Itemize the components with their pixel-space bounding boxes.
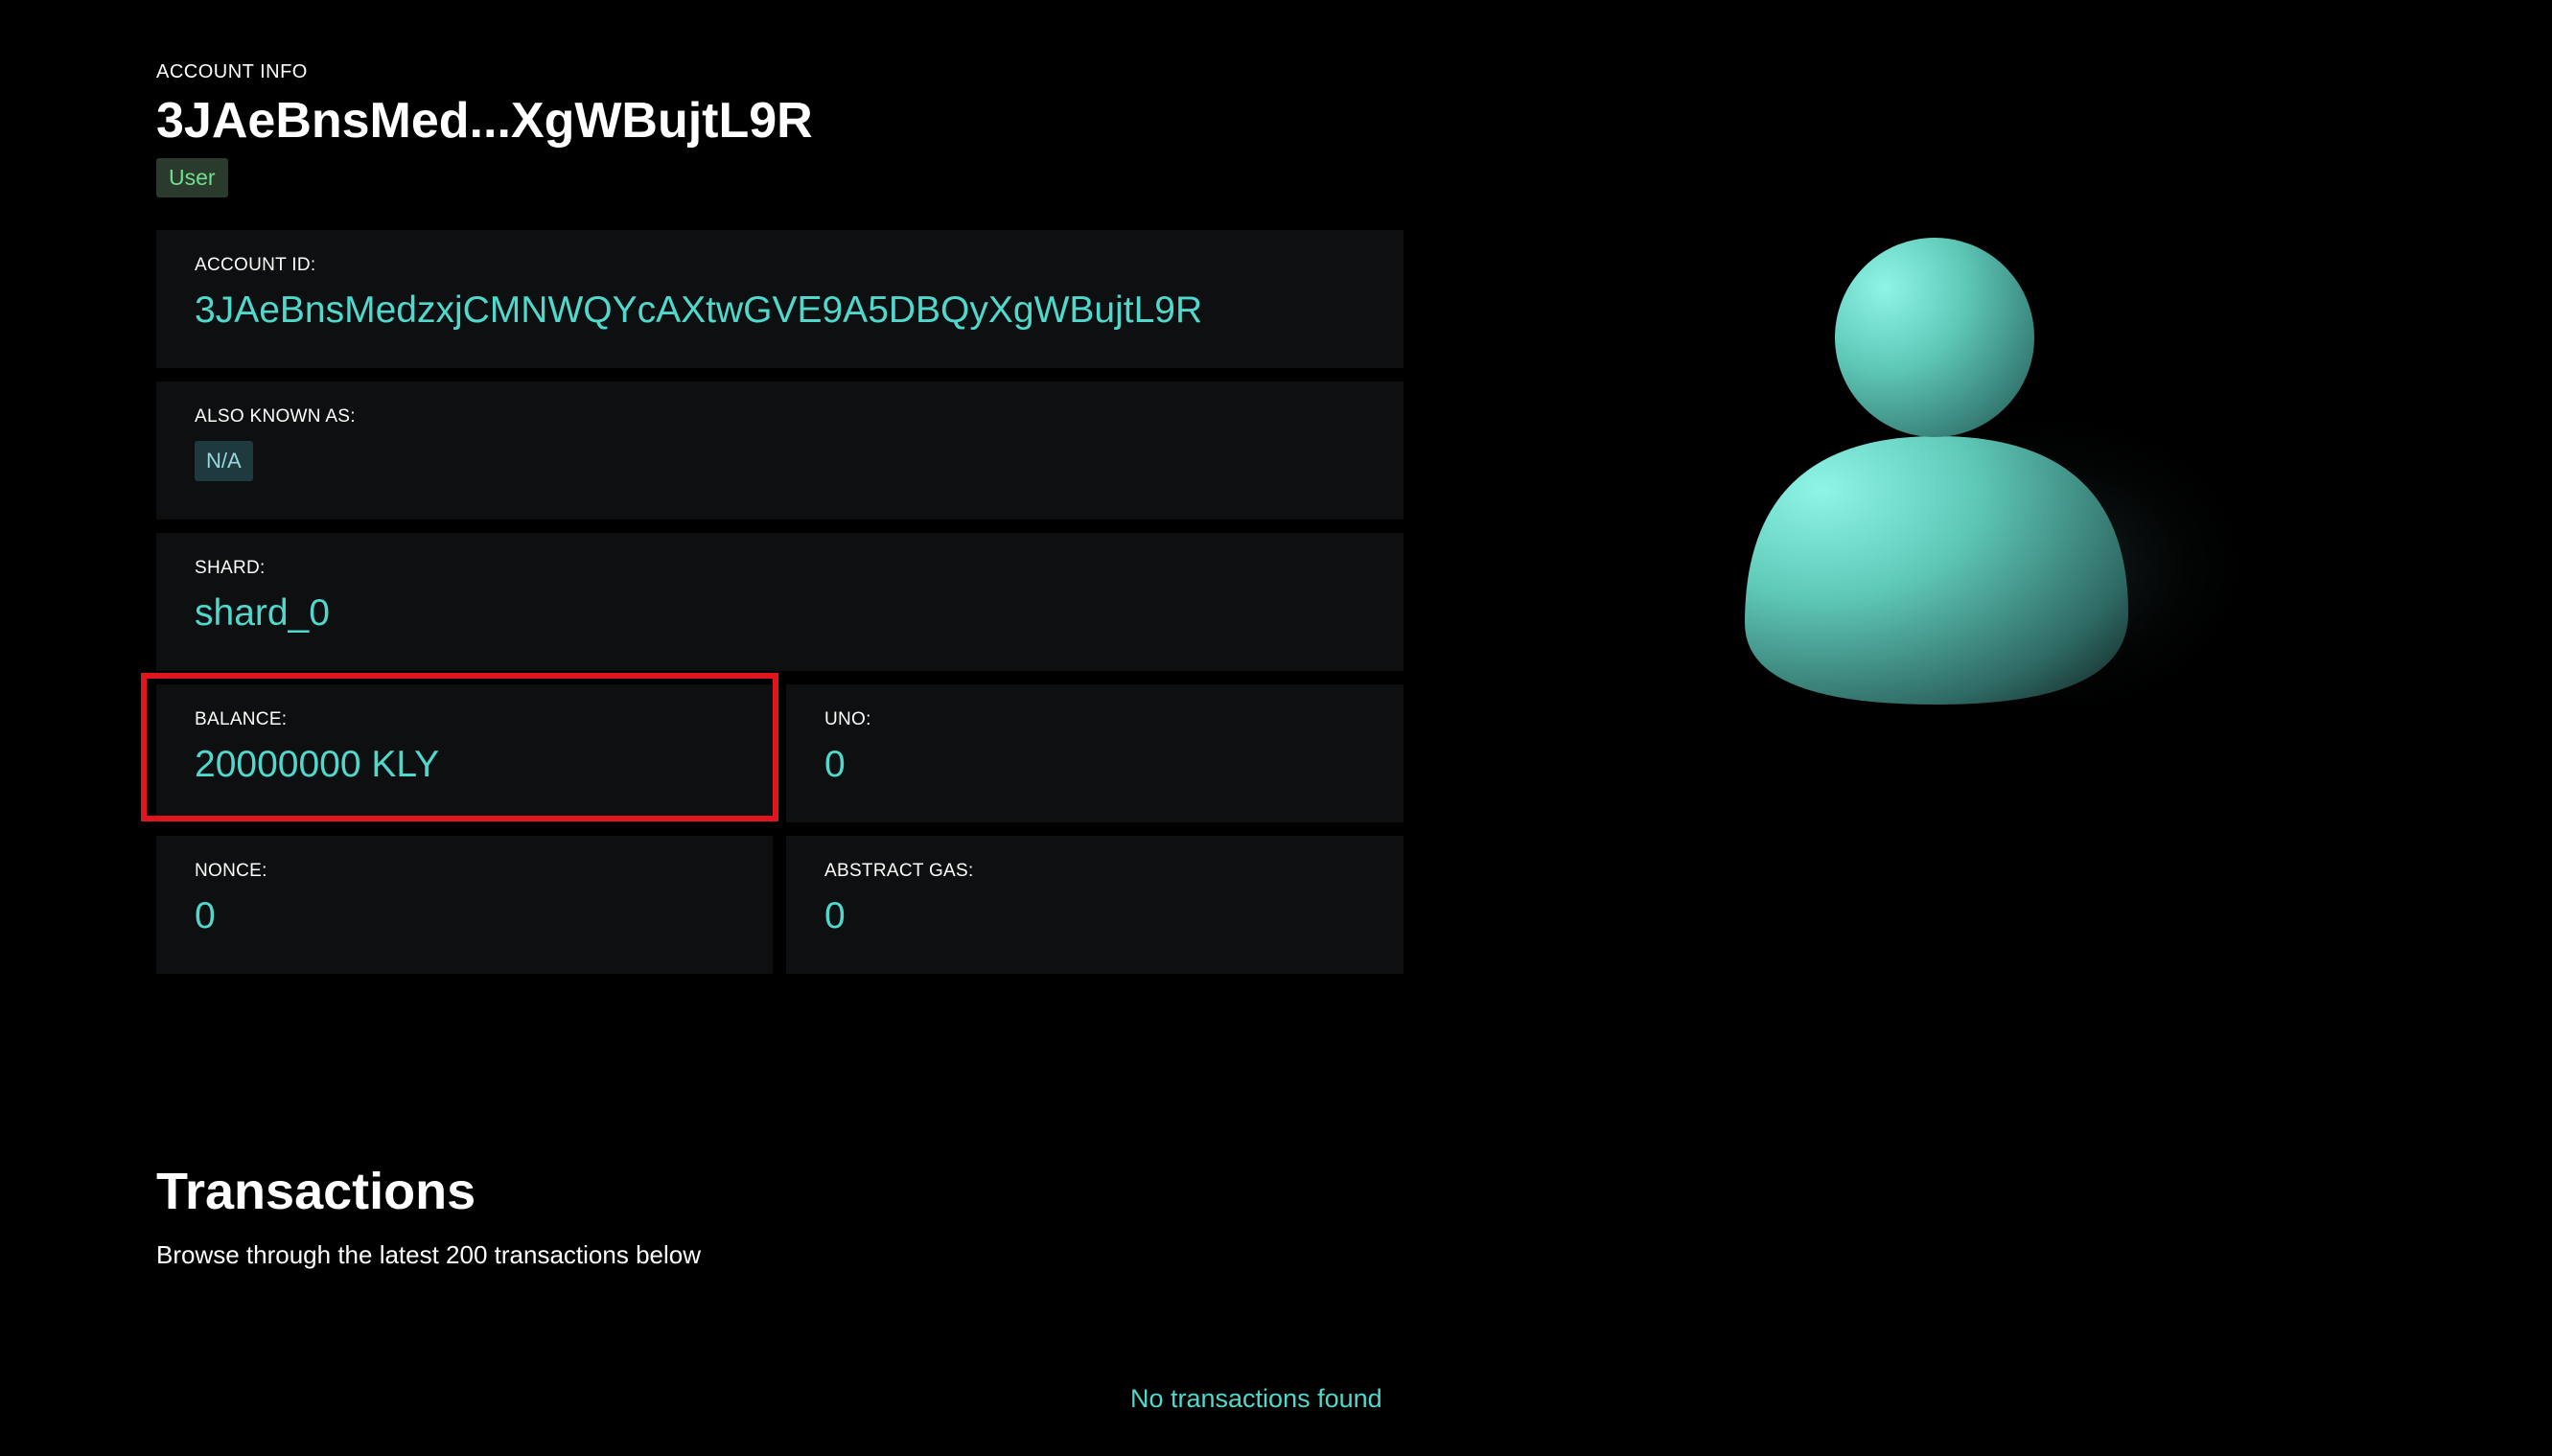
alias-chip: N/A (195, 441, 253, 481)
nonce-card: NONCE: 0 (156, 836, 773, 974)
balance-value: 20000000 KLY (195, 744, 440, 785)
account-title: 3JAeBnsMed...XgWBujtL9R (156, 93, 813, 149)
shard-value[interactable]: shard_0 (195, 592, 1365, 635)
uno-label: UNO: (824, 709, 871, 729)
also-known-as-label: ALSO KNOWN AS: (195, 406, 356, 427)
nonce-label: NONCE: (195, 861, 267, 881)
account-header: ACCOUNT INFO 3JAeBnsMed...XgWBujtL9R Use… (156, 61, 813, 197)
shard-card: SHARD: shard_0 (156, 533, 1404, 671)
account-id-card: ACCOUNT ID: 3JAeBnsMedzxjCMNWQYcAXtwGVE9… (156, 230, 1404, 368)
shard-label: SHARD: (195, 558, 266, 578)
account-id-label: ACCOUNT ID: (195, 255, 316, 275)
abstract-gas-label: ABSTRACT GAS: (824, 861, 974, 881)
uno-value: 0 (824, 744, 846, 785)
abstract-gas-card: ABSTRACT GAS: 0 (786, 836, 1404, 974)
account-page: ACCOUNT INFO 3JAeBnsMed...XgWBujtL9R Use… (0, 0, 2552, 1456)
no-transactions-message: No transactions found (1130, 1384, 1382, 1413)
also-known-as-card: ALSO KNOWN AS: N/A (156, 381, 1404, 520)
abstract-gas-value: 0 (824, 895, 846, 936)
nonce-value: 0 (195, 895, 216, 936)
transactions-title: Transactions (156, 1163, 476, 1220)
section-eyebrow: ACCOUNT INFO (156, 61, 308, 82)
uno-card: UNO: 0 (786, 684, 1404, 822)
balance-card: BALANCE: 20000000 KLY (156, 684, 773, 822)
account-id-value[interactable]: 3JAeBnsMedzxjCMNWQYcAXtwGVE9A5DBQyXgWBuj… (195, 289, 1365, 332)
balance-label: BALANCE: (195, 709, 288, 729)
role-badge: User (156, 157, 228, 197)
user-avatar-icon (1706, 211, 2262, 748)
transactions-subtitle: Browse through the latest 200 transactio… (156, 1240, 702, 1269)
